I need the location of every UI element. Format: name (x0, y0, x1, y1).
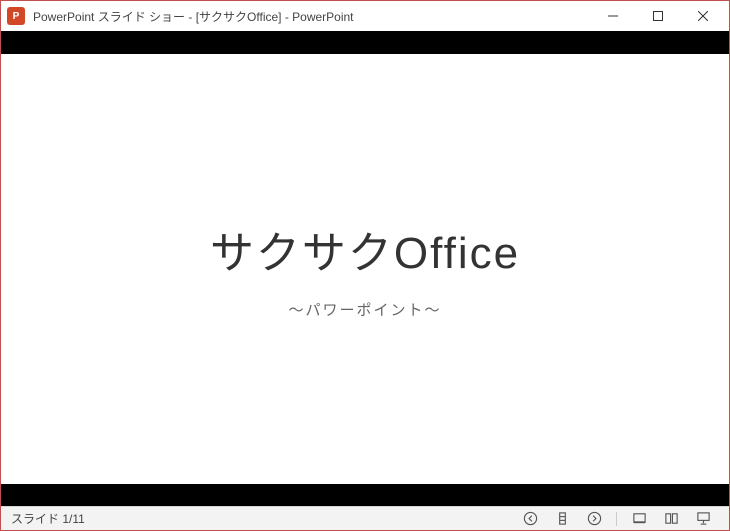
reading-view-button[interactable] (656, 508, 686, 530)
all-slides-button[interactable] (547, 508, 577, 530)
minimize-button[interactable] (590, 2, 635, 30)
slide-counter: スライド 1/11 (11, 510, 85, 527)
slide-title: サクサクOffice (210, 217, 520, 281)
prev-slide-button[interactable] (515, 508, 545, 530)
window-title: PowerPoint スライド ショー - [サクサクOffice] - Pow… (33, 8, 354, 25)
separator (616, 512, 617, 526)
statusbar: スライド 1/11 (1, 506, 729, 530)
titlebar: P PowerPoint スライド ショー - [サクサクOffice] - P… (1, 1, 729, 31)
maximize-button[interactable] (635, 2, 680, 30)
slide: サクサクOffice ～パワーポイント～ (1, 54, 729, 484)
slideshow-area[interactable]: サクサクOffice ～パワーポイント～ (1, 31, 729, 506)
next-slide-button[interactable] (579, 508, 609, 530)
presenter-view-button[interactable] (688, 508, 718, 530)
normal-view-button[interactable] (624, 508, 654, 530)
slide-subtitle: ～パワーポイント～ (288, 299, 441, 320)
close-button[interactable] (680, 2, 725, 30)
powerpoint-app-icon: P (7, 7, 25, 25)
